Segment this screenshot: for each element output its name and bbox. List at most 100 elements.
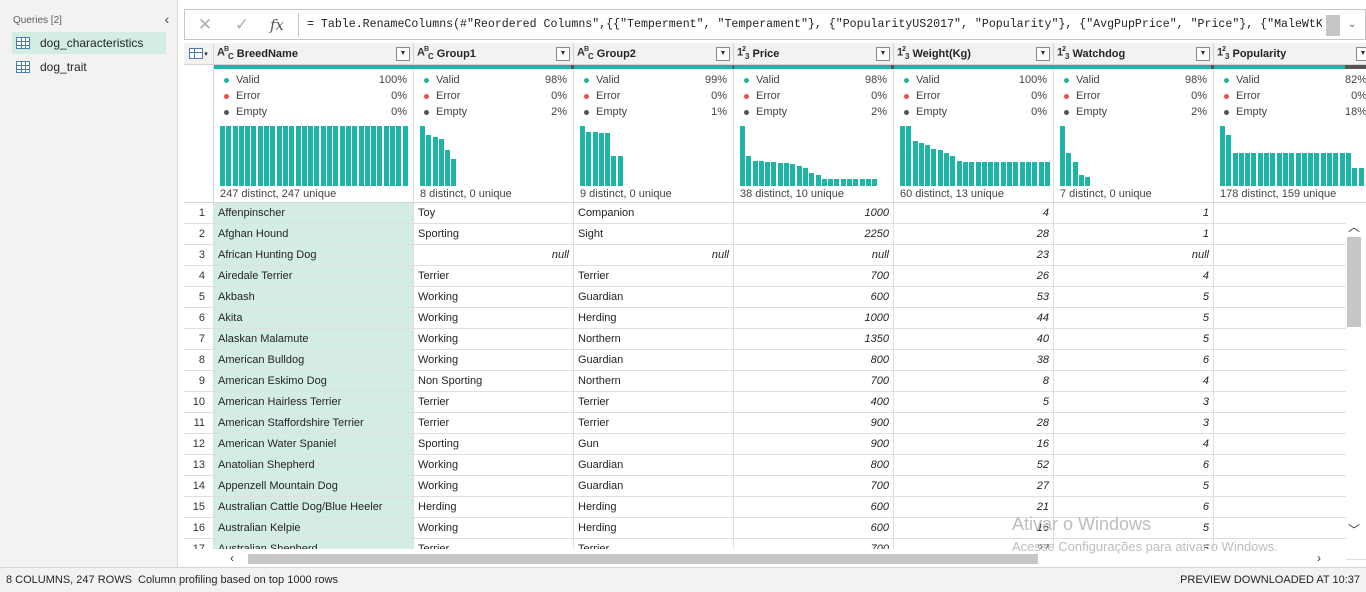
table-cell[interactable]: Working — [414, 455, 574, 476]
table-cell[interactable]: 5 — [894, 392, 1054, 413]
text-type-icon[interactable]: ABC — [577, 46, 594, 61]
table-cell[interactable]: 5 — [1054, 329, 1214, 350]
table-cell[interactable] — [1214, 308, 1366, 329]
filter-dropdown-icon[interactable]: ▼ — [716, 46, 730, 61]
table-cell[interactable]: 1000 — [734, 308, 894, 329]
row-number[interactable]: 10 — [184, 392, 214, 413]
histogram-bar[interactable] — [396, 126, 402, 186]
commit-check-icon[interactable]: ✓ — [230, 13, 254, 37]
table-cell[interactable] — [1214, 518, 1366, 539]
histogram-bar[interactable] — [402, 126, 408, 186]
row-number[interactable]: 6 — [184, 308, 214, 329]
histogram-bar[interactable] — [944, 153, 950, 186]
histogram-bar[interactable] — [975, 162, 981, 186]
histogram-bar[interactable] — [828, 179, 834, 186]
number-type-icon[interactable]: 123 — [1217, 46, 1230, 61]
table-cell[interactable] — [1214, 245, 1366, 266]
column-header[interactable]: 123 Price ▼ — [734, 43, 894, 65]
table-cell[interactable]: 600 — [734, 497, 894, 518]
table-cell[interactable] — [1214, 476, 1366, 497]
histogram-bar[interactable] — [451, 159, 457, 186]
table-cell[interactable] — [1214, 392, 1366, 413]
histogram-bar[interactable] — [872, 179, 878, 186]
table-cell[interactable]: 5 — [1054, 476, 1214, 497]
table-cell[interactable]: Terrier — [574, 392, 734, 413]
histogram-bar[interactable] — [994, 162, 1000, 186]
histogram-bar[interactable] — [364, 126, 370, 186]
table-cell[interactable]: Guardian — [574, 350, 734, 371]
text-type-icon[interactable]: ABC — [217, 46, 234, 61]
table-cell[interactable]: Northern — [574, 371, 734, 392]
table-cell[interactable]: 4 — [1054, 434, 1214, 455]
table-cell[interactable]: 28 — [894, 413, 1054, 434]
histogram-bar[interactable] — [840, 179, 846, 186]
row-number[interactable]: 1 — [184, 203, 214, 224]
table-cell[interactable]: 23 — [894, 245, 1054, 266]
histogram-bar[interactable] — [390, 126, 396, 186]
histogram-bar[interactable] — [282, 126, 288, 186]
histogram-bar[interactable] — [1232, 153, 1238, 186]
filter-dropdown-icon[interactable]: ▼ — [1036, 46, 1050, 61]
histogram-bar[interactable] — [592, 132, 598, 186]
histogram-bar[interactable] — [956, 161, 962, 186]
histogram-bar[interactable] — [853, 179, 859, 186]
histogram-bar[interactable] — [746, 156, 752, 186]
formula-input[interactable]: = Table.RenameColumns(#"Reordered Column… — [307, 18, 1322, 34]
histogram-bar[interactable] — [1339, 153, 1345, 186]
filter-dropdown-icon[interactable]: ▼ — [1356, 46, 1366, 61]
filter-dropdown-icon[interactable]: ▼ — [1196, 46, 1210, 61]
table-cell[interactable]: Herding — [414, 497, 574, 518]
histogram-bar[interactable] — [1270, 153, 1276, 186]
histogram-bar[interactable] — [270, 126, 276, 186]
table-cell[interactable]: 600 — [734, 287, 894, 308]
histogram-bar[interactable] — [445, 150, 451, 186]
histogram-bar[interactable] — [289, 126, 295, 186]
histogram-bar[interactable] — [598, 133, 604, 186]
table-cell[interactable]: Sporting — [414, 434, 574, 455]
table-cell[interactable]: 600 — [734, 518, 894, 539]
column-header[interactable]: ABC Group2 ▼ — [574, 43, 734, 65]
table-cell[interactable]: 6 — [1054, 350, 1214, 371]
histogram-bar[interactable] — [220, 126, 225, 186]
column-header[interactable]: ABC BreedName ▼ — [214, 43, 414, 65]
histogram-bar[interactable] — [611, 156, 617, 186]
table-cell[interactable]: 52 — [894, 455, 1054, 476]
histogram-bar[interactable] — [339, 126, 345, 186]
histogram-bar[interactable] — [859, 179, 865, 186]
histogram-bar[interactable] — [1289, 153, 1295, 186]
histogram-bar[interactable] — [815, 175, 821, 186]
histogram-bar[interactable] — [1220, 126, 1225, 186]
table-cell[interactable]: 2250 — [734, 224, 894, 245]
histogram-bar[interactable] — [1072, 162, 1078, 186]
histogram-bar[interactable] — [1295, 153, 1301, 186]
histogram-bar[interactable] — [912, 141, 918, 186]
table-cell[interactable] — [1214, 371, 1366, 392]
histogram-bar[interactable] — [847, 179, 853, 186]
table-cell[interactable]: 3 — [1054, 392, 1214, 413]
histogram-bar[interactable] — [1276, 153, 1282, 186]
table-cell[interactable]: Sporting — [414, 224, 574, 245]
table-cell[interactable]: Terrier — [414, 266, 574, 287]
table-cell[interactable]: Working — [414, 350, 574, 371]
table-cell[interactable]: Appenzell Mountain Dog — [214, 476, 414, 497]
table-cell[interactable]: null — [734, 245, 894, 266]
row-number[interactable]: 13 — [184, 455, 214, 476]
query-item-dog-characteristics[interactable]: dog_characteristics — [12, 32, 166, 54]
histogram-bar[interactable] — [345, 126, 351, 186]
histogram-bar[interactable] — [988, 162, 994, 186]
histogram-bar[interactable] — [1060, 126, 1065, 186]
number-type-icon[interactable]: 123 — [737, 46, 750, 61]
histogram-bar[interactable] — [333, 126, 339, 186]
histogram-bar[interactable] — [981, 162, 987, 186]
histogram-bar[interactable] — [1019, 162, 1025, 186]
histogram-bar[interactable] — [264, 126, 270, 186]
histogram-bar[interactable] — [358, 126, 364, 186]
histogram-bar[interactable] — [1352, 168, 1358, 186]
histogram-bar[interactable] — [834, 179, 840, 186]
histogram-bar[interactable] — [1257, 153, 1263, 186]
histogram-bar[interactable] — [1333, 153, 1339, 186]
histogram-bar[interactable] — [420, 126, 425, 186]
histogram-bar[interactable] — [865, 179, 871, 186]
histogram-bar[interactable] — [308, 126, 314, 186]
formula-scrollbar[interactable] — [1326, 15, 1340, 36]
